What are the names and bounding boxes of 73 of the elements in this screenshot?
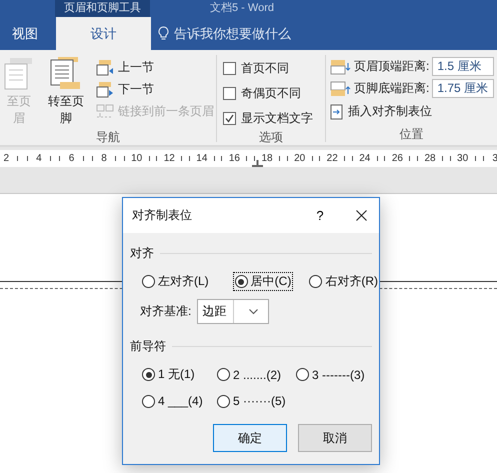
radio-option[interactable]: 右对齐(R) — [307, 272, 380, 291]
group-label: 选项 — [258, 129, 284, 145]
ruler-number: 6 — [68, 153, 74, 164]
context-tab-title: 页眉和页脚工具 — [55, 0, 150, 17]
link-pages-icon — [96, 104, 114, 120]
checkbox-option[interactable]: 奇偶页不同 — [219, 83, 325, 104]
tab-stop-icon — [330, 104, 344, 120]
checkbox[interactable] — [223, 62, 236, 75]
radio-button[interactable] — [217, 368, 230, 381]
radio-button[interactable] — [217, 394, 230, 408]
tell-me-button[interactable]: 告诉我你想要做什么 — [154, 17, 295, 50]
ribbon-button[interactable]: 上一节 — [94, 58, 216, 77]
field-label: 页脚底端距离: — [354, 80, 430, 97]
radio-button[interactable] — [234, 275, 248, 288]
radio-option[interactable]: 5 ·······(5) — [215, 393, 294, 409]
basis-dropdown[interactable]: 边距 — [197, 299, 270, 324]
next-section-icon — [96, 82, 114, 98]
footer-margin-icon — [330, 80, 351, 96]
caret-icon — [248, 308, 258, 314]
radio-button[interactable] — [296, 368, 309, 381]
ribbon-tab[interactable]: 设计 — [56, 17, 151, 50]
ruler-number: 30 — [457, 153, 468, 164]
insert-tab-button[interactable]: 插入对齐制表位 — [326, 102, 497, 121]
ribbon-tab[interactable]: 视图 — [0, 17, 50, 50]
section-label: 对齐 — [130, 245, 372, 262]
checkbox-option[interactable]: 显示文档文字 — [219, 108, 325, 129]
group-label: 导航 — [95, 129, 121, 145]
ruler-number: 16 — [228, 153, 240, 164]
radio-option[interactable]: 3 -------(3) — [294, 365, 374, 384]
ruler-number: 14 — [196, 153, 208, 164]
ribbon-button[interactable]: 下一节 — [94, 80, 216, 99]
distance-input[interactable]: 1.5 厘米 — [432, 57, 494, 76]
field-label: 页眉顶端距离: — [354, 58, 430, 75]
document-title: 文档5 - Word — [210, 0, 274, 16]
checkbox[interactable] — [223, 87, 236, 100]
checkmark-icon — [225, 114, 234, 123]
ruler-number: 20 — [294, 153, 306, 164]
ruler-number: 10 — [131, 153, 142, 164]
radio-option[interactable]: 居中(C) — [232, 272, 294, 291]
radio-option[interactable]: 左对齐(L) — [140, 272, 211, 291]
footer-page-icon — [49, 57, 83, 91]
radio-button[interactable] — [142, 275, 155, 288]
ruler-number: 4 — [36, 153, 42, 164]
checkbox-option[interactable]: 首页不同 — [219, 58, 325, 79]
ruler-number: 22 — [326, 153, 338, 164]
ruler-number: 12 — [164, 153, 175, 164]
ruler-number: 26 — [392, 153, 403, 164]
radio-button[interactable] — [142, 368, 155, 381]
ruler-number: 28 — [424, 153, 436, 164]
close-icon — [356, 210, 366, 221]
radio-button[interactable] — [142, 394, 155, 408]
dialog-button[interactable]: 确定 — [213, 424, 287, 452]
dialog-title: 对齐制表位 — [132, 207, 193, 224]
ribbon-large-button[interactable]: 转至页脚 — [44, 55, 88, 129]
lightbulb-icon — [158, 26, 169, 41]
ruler-number: 8 — [101, 153, 107, 164]
radio-button[interactable] — [309, 275, 322, 288]
distance-input[interactable]: 1.75 厘米 — [432, 79, 494, 98]
radio-option[interactable]: 4 ___(4) — [140, 393, 215, 409]
header-margin-icon — [330, 58, 351, 74]
radio-option[interactable]: 2 .......(2) — [215, 365, 294, 384]
section-label: 前导符 — [130, 338, 372, 355]
field-label: 对齐基准: — [140, 303, 192, 320]
radio-option[interactable]: 1 无(1) — [140, 365, 215, 384]
ruler-number: 24 — [359, 153, 370, 164]
dialog-button[interactable]: 取消 — [298, 424, 372, 452]
checkbox[interactable] — [223, 112, 236, 125]
tab-stop-marker-icon[interactable] — [252, 160, 263, 167]
previous-section-icon — [96, 60, 114, 76]
ruler-number: 18 — [261, 153, 273, 164]
ruler-number: 2 — [4, 153, 10, 164]
help-button[interactable]: ? — [305, 207, 335, 224]
group-label: 位置 — [398, 126, 424, 142]
